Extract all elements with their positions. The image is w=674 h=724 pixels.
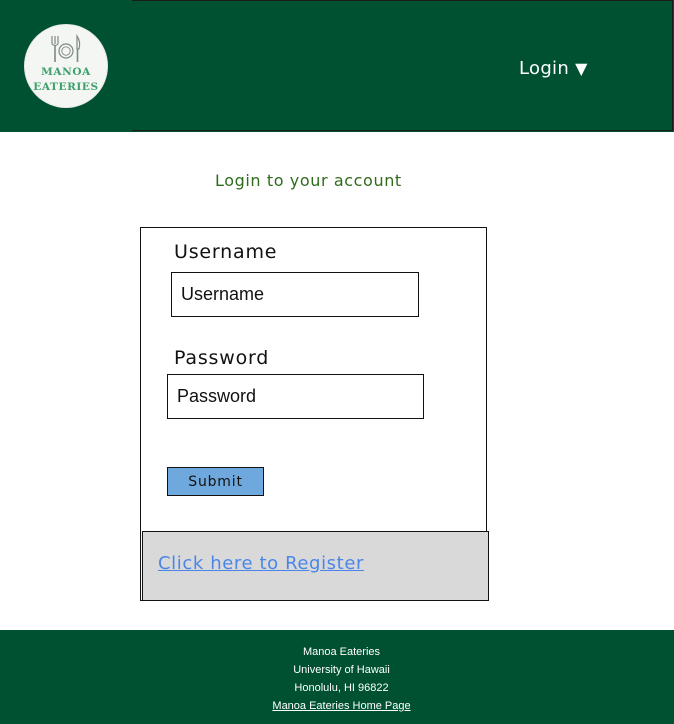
footer-university: University of Hawaii [293,664,390,676]
caret-down-icon: ▼ [575,59,588,78]
footer-home-link-row: Manoa Eateries Home Page [0,699,674,713]
footer-address: Honolulu, HI 96822 [294,682,389,694]
password-label: Password [174,347,270,369]
logo-text-eateries: EATERIES [33,81,99,93]
register-link[interactable]: Click here to Register [158,553,364,574]
submit-button[interactable]: Submit [167,467,264,496]
username-label: Username [174,241,278,263]
footer: Manoa Eateries University of Hawaii Hono… [0,630,674,724]
login-dropdown-label: Login [519,58,570,79]
header-bar [132,0,673,131]
site-logo[interactable]: MANOA EATERIES [25,25,107,107]
page-title: Login to your account [215,171,402,190]
footer-site-name: Manoa Eateries [302,646,381,658]
footer-home-link[interactable]: Manoa Eateries Home Page [272,700,410,712]
logo-text-manoa: MANOA [41,66,91,78]
logo-panel: MANOA EATERIES [0,0,132,132]
login-dropdown[interactable]: Login ▼ [519,58,588,79]
password-input[interactable] [167,374,424,419]
username-input[interactable] [171,272,419,317]
fork-plate-knife-icon [51,34,81,62]
